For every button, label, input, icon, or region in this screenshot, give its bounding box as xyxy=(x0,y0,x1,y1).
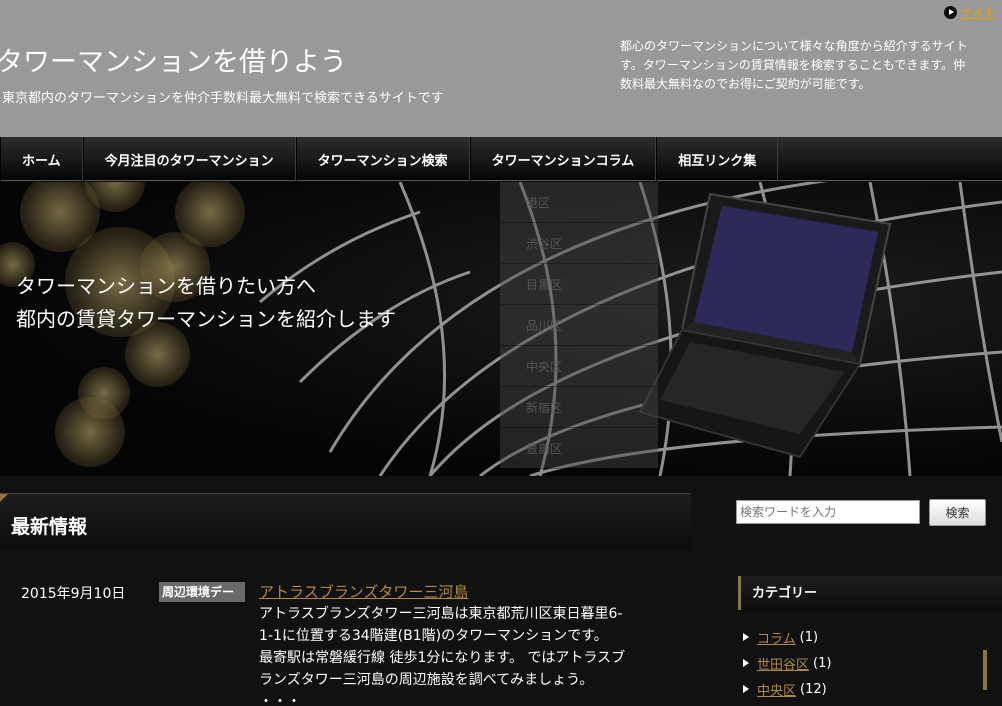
ward-item-minato[interactable]: 港区 xyxy=(500,182,658,223)
section-title: 最新情報 xyxy=(11,516,88,538)
scroll-indicator[interactable] xyxy=(983,650,987,690)
post-title-link[interactable]: アトラスブランズタワー三河島 xyxy=(259,581,468,602)
search-input[interactable] xyxy=(736,500,920,524)
category-item: コラム (1) xyxy=(743,624,1002,650)
ward-item-chuo[interactable]: 中央区 xyxy=(500,346,658,387)
category-count: (1) xyxy=(799,629,819,645)
ward-item-shibuya[interactable]: 渋谷区 xyxy=(500,223,658,264)
hero-catchcopy-line: タワーマンションを借りたい方へ xyxy=(16,274,316,298)
nav-item-column[interactable]: タワーマンションコラム xyxy=(469,137,657,181)
play-arrow-icon xyxy=(944,6,957,19)
category-link[interactable]: 世田谷区 xyxy=(757,654,809,673)
site-description: 都心のタワーマンションについて様々な角度から紹介するサイト す。タワーマンション… xyxy=(620,37,968,94)
ward-menu: 港区 渋谷区 目黒区 品川区 中央区 新宿区 豊島区 xyxy=(500,182,658,469)
nav-item-links[interactable]: 相互リンク集 xyxy=(656,137,779,181)
site-description-line: す。タワーマンションの賃貸情報を検索することもできます。仲 xyxy=(620,58,966,72)
search-button[interactable]: 検索 xyxy=(929,499,986,526)
hero-catchcopy-line: 都内の賃貸タワーマンションを紹介します xyxy=(16,307,396,331)
post-excerpt-line: 最寄駅は常磐緩行線 徒歩1分になります。 ではアトラスブ xyxy=(259,650,626,666)
sitemap-link-label: サイト xyxy=(960,6,997,20)
nav-item-search[interactable]: タワーマンション検索 xyxy=(295,137,470,181)
laptop-image xyxy=(638,192,892,459)
category-item: 世田谷区 (1) xyxy=(743,650,1002,676)
site-tagline: 東京都内のタワーマンションを仲介手数料最大無料で検索できるサイトです xyxy=(2,91,444,106)
global-nav: ホーム 今月注目のタワーマンション タワーマンション検索 タワーマンションコラム… xyxy=(0,137,1002,181)
site-header: タワーマンションを借りよう 東京都内のタワーマンションを仲介手数料最大無料で検索… xyxy=(0,0,1002,137)
category-widget-title: カテゴリー xyxy=(752,586,818,601)
category-list: コラム (1) 世田谷区 (1) 中央区 (12) xyxy=(743,624,1002,702)
ward-item-shinagawa[interactable]: 品川区 xyxy=(500,305,658,346)
category-widget-heading: カテゴリー xyxy=(738,576,1002,610)
sitemap-link[interactable]: サイト xyxy=(944,4,996,21)
category-link[interactable]: 中央区 xyxy=(757,680,796,699)
ward-item-toshima[interactable]: 豊島区 xyxy=(500,428,658,469)
category-link[interactable]: コラム xyxy=(757,628,796,647)
post-excerpt-line: 1-1に位置する34階建(B1階)のタワーマンションです。 xyxy=(259,628,608,644)
post-excerpt-line: ランズタワー三河島の周辺施設を調べてみましょう。 xyxy=(259,672,594,688)
section-heading: 最新情報 xyxy=(0,493,691,550)
category-count: (1) xyxy=(813,655,832,671)
post-excerpt-line: ・・・ xyxy=(259,694,301,706)
post-date: 2015年9月10日 xyxy=(21,586,126,602)
triangle-bullet-icon xyxy=(743,685,749,693)
nav-item-home[interactable]: ホーム xyxy=(0,137,83,181)
hero-banner: 港区 渋谷区 目黒区 品川区 中央区 新宿区 豊島区 タワーマンションを借りたい… xyxy=(0,182,1002,476)
triangle-bullet-icon xyxy=(743,633,749,641)
triangle-bullet-icon xyxy=(743,659,749,667)
nav-item-featured[interactable]: 今月注目のタワーマンション xyxy=(82,137,296,181)
hero-catchcopy: タワーマンションを借りたい方へ 都内の賃貸タワーマンションを紹介します xyxy=(16,270,396,336)
site-title[interactable]: タワーマンションを借りよう xyxy=(0,40,347,79)
post-category-badge[interactable]: 周辺環境デー xyxy=(159,582,245,602)
ward-item-shinjuku[interactable]: 新宿区 xyxy=(500,387,658,428)
category-count: (12) xyxy=(800,681,827,697)
post-excerpt-line: アトラスブランズタワー三河島は東京都荒川区東日暮里6- xyxy=(259,606,623,622)
site-description-line: 数料最大無料なのでお得にご契約が可能です。 xyxy=(620,77,871,91)
category-item: 中央区 (12) xyxy=(743,676,1002,702)
post-excerpt: アトラスブランズタワー三河島は東京都荒川区東日暮里6- 1-1に位置する34階建… xyxy=(259,603,669,706)
ward-item-meguro[interactable]: 目黒区 xyxy=(500,264,658,305)
site-description-line: 都心のタワーマンションについて様々な角度から紹介するサイト xyxy=(620,39,968,53)
